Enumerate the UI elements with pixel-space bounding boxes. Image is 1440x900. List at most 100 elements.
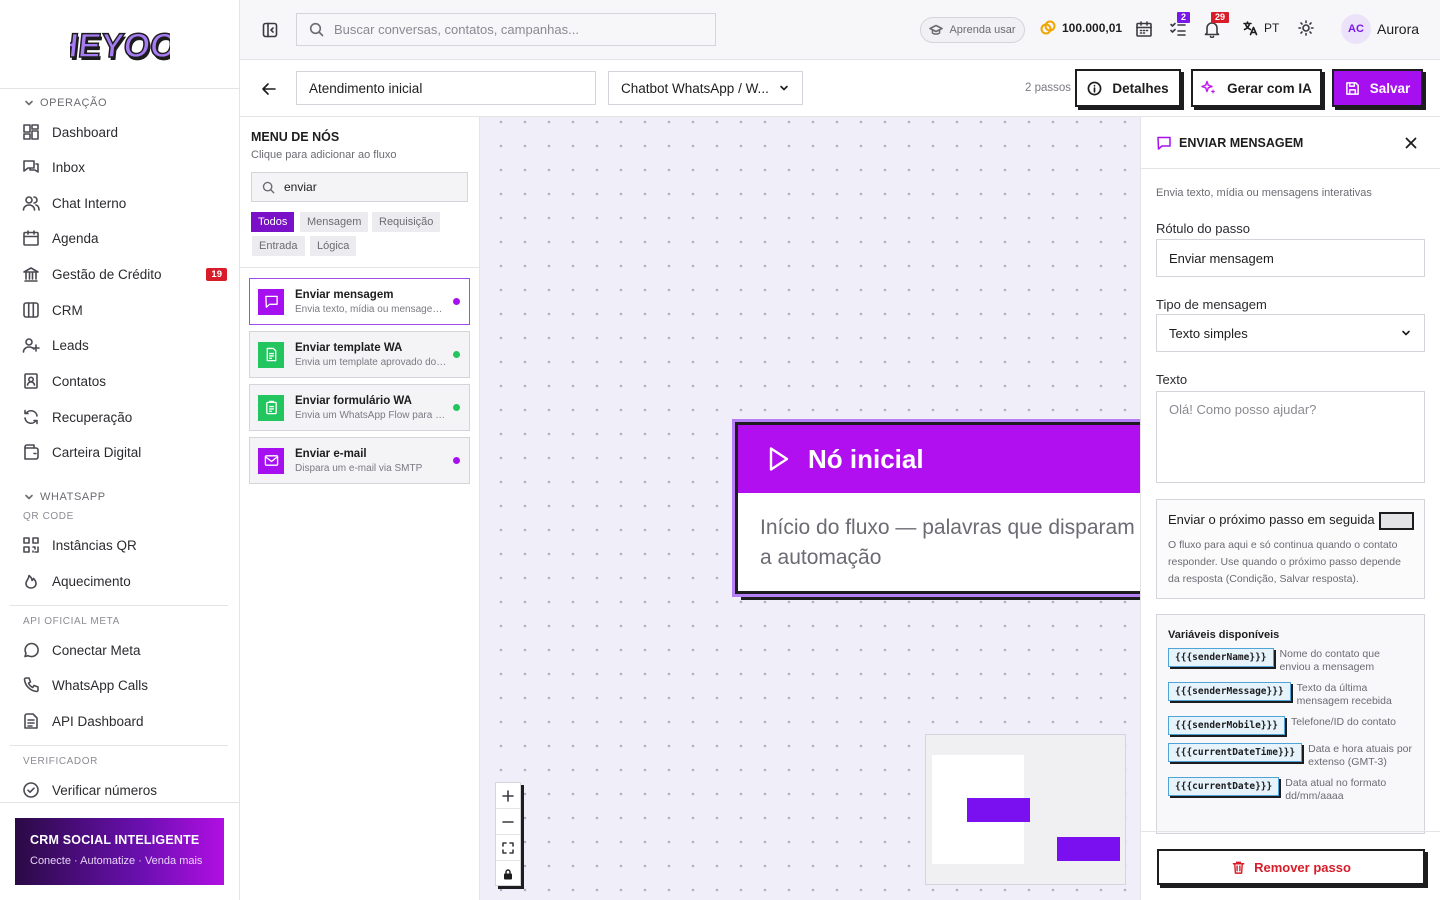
sidebar-toggle-icon xyxy=(262,22,278,38)
message-icon xyxy=(258,288,284,315)
back-button[interactable] xyxy=(260,80,278,98)
node-card-enviar-formulario[interactable]: Enviar formulário WA Envia um WhatsApp F… xyxy=(249,384,470,431)
chevron-down-icon xyxy=(780,85,788,91)
node-search-input[interactable] xyxy=(284,180,454,194)
details-button[interactable]: Detalhes xyxy=(1075,69,1181,107)
remove-step-label: Remover passo xyxy=(1254,859,1351,875)
section-operacao[interactable]: OPERAÇÃO xyxy=(24,97,107,109)
variable-chip[interactable]: {{{currentDateTime}}} xyxy=(1168,743,1303,762)
fit-view-icon xyxy=(502,841,514,854)
variable-desc: Data e hora atuais por extenso (GMT-3) xyxy=(1308,743,1413,768)
zoom-out-button[interactable] xyxy=(496,809,520,835)
node-card-desc: Envia um template aprovado do WhatsApp xyxy=(295,356,447,368)
message-type-select[interactable]: Texto simples xyxy=(1156,314,1425,352)
global-search-input[interactable] xyxy=(334,22,694,37)
node-card-enviar-mensagem[interactable]: Enviar mensagem Envia texto, mídia ou me… xyxy=(249,278,470,325)
sidebar-item-conectar-meta[interactable]: Conectar Meta xyxy=(22,635,227,665)
variable-chip[interactable]: {{{currentDate}}} xyxy=(1168,777,1280,796)
user-name[interactable]: Aurora xyxy=(1377,21,1419,37)
sidebar-item-aquecimento[interactable]: Aquecimento xyxy=(22,566,227,596)
variable-desc: Nome do contato que enviou a mensagem xyxy=(1279,648,1380,673)
avatar[interactable]: AC xyxy=(1341,14,1371,44)
sidebar-item-carteira-digital[interactable]: Carteira Digital xyxy=(22,437,227,467)
sidebar-item-dashboard[interactable]: Dashboard xyxy=(22,117,227,147)
text-title: Texto xyxy=(1156,372,1188,387)
generate-ai-button[interactable]: Gerar com IA xyxy=(1191,69,1322,107)
remove-step-button[interactable]: Remover passo xyxy=(1157,849,1425,885)
sidebar-item-label: Gestão de Crédito xyxy=(52,266,162,282)
filter-chip-entrada[interactable]: Entrada xyxy=(252,236,305,256)
variable-chip[interactable]: {{{senderName}}} xyxy=(1168,648,1274,667)
api-icon xyxy=(24,713,38,729)
theme-toggle-button[interactable] xyxy=(1298,20,1318,40)
tasks-button[interactable]: 2 xyxy=(1169,12,1191,40)
sidebar-item-crm[interactable]: CRM xyxy=(22,295,227,325)
search-icon xyxy=(262,181,275,193)
sidebar-item-label: WhatsApp Calls xyxy=(52,677,149,693)
filter-chip-todos[interactable]: Todos xyxy=(251,212,295,232)
sidebar-item-recuperacao[interactable]: Recuperação xyxy=(22,402,227,432)
promo-banner[interactable]: CRM SOCIAL INTELIGENTE Conecte · Automat… xyxy=(15,818,224,885)
start-node[interactable]: Nó inicial Início do fluxo — palavras qu… xyxy=(735,422,1140,594)
calendar-button[interactable] xyxy=(1135,20,1155,40)
filter-chip-logica[interactable]: Lógica xyxy=(310,236,357,256)
top-bar: Aprenda usar 100.000,01 2 29 PT AC Auror… xyxy=(240,0,1440,60)
flow-type-value: Chatbot WhatsApp / W... xyxy=(621,80,769,96)
sidebar-item-whatsapp-calls[interactable]: WhatsApp Calls xyxy=(22,670,227,700)
minimap[interactable] xyxy=(925,734,1126,885)
step-properties-panel: ENVIAR MENSAGEM Envia texto, mídia ou me… xyxy=(1140,117,1440,900)
heyoo-logo[interactable]: HEYOO HEYOO xyxy=(70,20,170,72)
section-whatsapp[interactable]: WHATSAPP xyxy=(24,491,106,503)
node-card-enviar-email[interactable]: Enviar e-mail Dispara um e-mail via SMTP xyxy=(249,437,470,484)
users-icon xyxy=(22,196,40,211)
sidebar-item-gestao-credito[interactable]: Gestão de Crédito 19 xyxy=(22,259,227,289)
sidebar-item-label: Inbox xyxy=(52,159,86,175)
global-search[interactable] xyxy=(296,13,716,46)
search-icon xyxy=(309,22,324,37)
sidebar-item-label: Verificar números xyxy=(52,782,158,798)
divider xyxy=(10,605,228,606)
sidebar-item-verificar-numeros[interactable]: Verificar números xyxy=(22,775,227,805)
send-next-step-toggle[interactable] xyxy=(1379,512,1414,530)
translate-icon xyxy=(1243,21,1258,36)
close-button[interactable] xyxy=(1404,136,1418,150)
sidebar-item-api-dashboard[interactable]: API Dashboard xyxy=(22,706,227,736)
variable-chip[interactable]: {{{senderMessage}}} xyxy=(1168,682,1291,701)
sidebar-item-contatos[interactable]: Contatos xyxy=(22,366,227,396)
node-card-enviar-template[interactable]: Enviar template WA Envia um template apr… xyxy=(249,331,470,378)
fit-view-button[interactable] xyxy=(496,835,520,861)
flow-type-select[interactable]: Chatbot WhatsApp / W... xyxy=(608,71,803,105)
node-card-title: Enviar e-mail xyxy=(295,447,367,460)
coins-balance[interactable]: 100.000,01 xyxy=(1040,20,1122,36)
whatsapp-icon xyxy=(24,642,39,658)
language-selector[interactable]: PT xyxy=(1242,20,1279,36)
sidebar-item-label: Conectar Meta xyxy=(52,642,141,658)
step-label-input[interactable] xyxy=(1156,239,1425,277)
zoom-controls xyxy=(495,782,521,886)
node-menu-title: MENU DE NÓS xyxy=(251,130,340,144)
sidebar-item-inbox[interactable]: Inbox xyxy=(22,152,227,182)
learn-button[interactable]: Aprenda usar xyxy=(920,17,1025,43)
lock-button[interactable] xyxy=(496,861,520,887)
sidebar-item-label: CRM xyxy=(52,302,83,318)
sidebar-item-label: Agenda xyxy=(52,230,99,246)
zoom-in-button[interactable] xyxy=(496,783,520,809)
flow-canvas[interactable]: Nó inicial Início do fluxo — palavras qu… xyxy=(480,117,1140,900)
clipboard-icon xyxy=(258,394,284,421)
sidebar-item-leads[interactable]: Leads xyxy=(22,330,227,360)
message-text-input[interactable] xyxy=(1156,391,1425,483)
node-search[interactable] xyxy=(251,172,468,202)
message-type-value: Texto simples xyxy=(1169,325,1248,341)
notifications-button[interactable]: 29 xyxy=(1203,12,1230,40)
sidebar-item-instancias-qr[interactable]: Instâncias QR xyxy=(22,530,227,560)
sidebar-item-agenda[interactable]: Agenda xyxy=(22,223,227,253)
variable-chip[interactable]: {{{senderMobile}}} xyxy=(1168,716,1285,735)
wallet-icon xyxy=(24,444,39,460)
flow-name-input[interactable] xyxy=(296,71,596,105)
coins-icon xyxy=(1040,20,1056,35)
sidebar-item-chat-interno[interactable]: Chat Interno xyxy=(22,188,227,218)
sidebar-toggle-button[interactable] xyxy=(262,22,278,38)
save-button[interactable]: Salvar xyxy=(1332,69,1423,107)
filter-chip-requisicao[interactable]: Requisição xyxy=(372,212,441,232)
filter-chip-mensagem[interactable]: Mensagem xyxy=(300,212,369,232)
